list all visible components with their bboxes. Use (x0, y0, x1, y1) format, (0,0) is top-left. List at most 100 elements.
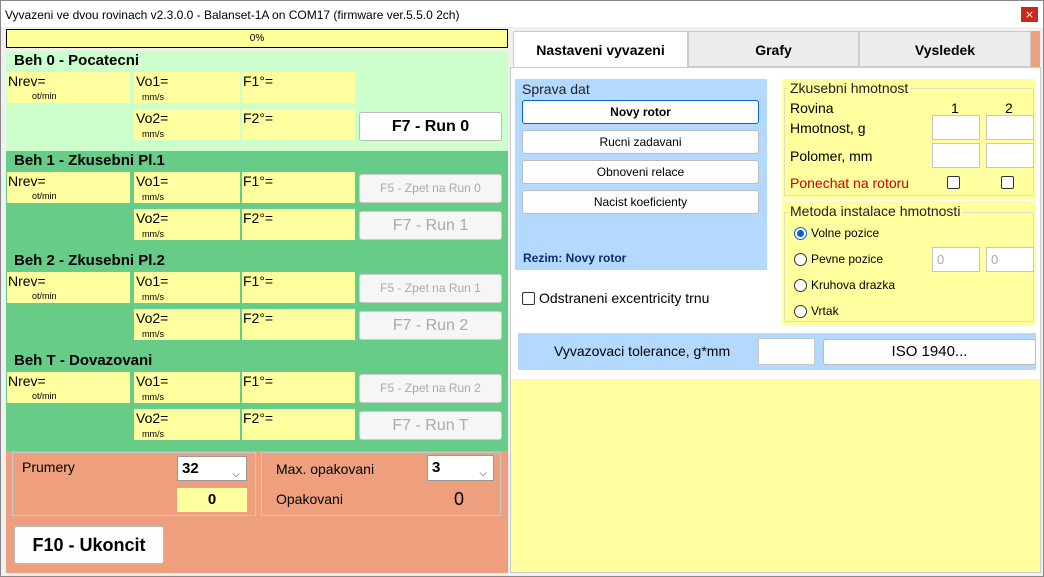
radius-plane2-input[interactable] (986, 143, 1034, 168)
tab-nastaveni[interactable]: Nastaveni vyvazeni (513, 31, 688, 68)
f1-label: F1°= (243, 373, 274, 389)
pevne-pozice-label: Pevne pozice (811, 252, 884, 266)
plane1-label: 1 (951, 100, 959, 116)
run2-f1-cell: F1°= (242, 272, 355, 303)
mass-plane1-input[interactable] (932, 115, 980, 140)
run2-vo1-cell: Vo1= mm/s (134, 272, 240, 303)
tab-grafy[interactable]: Grafy (688, 31, 859, 67)
opakovani-value: 0 (454, 489, 465, 509)
chevron-down-icon: ⌵ (232, 469, 240, 480)
runT-nrev-cell: Nrev= ot/min (7, 372, 130, 403)
vo1-label: Vo1= (136, 73, 169, 89)
run2-back-button[interactable]: F5 - Zpet na Run 1 (359, 274, 502, 303)
run0-vo1-cell: Vo1= mm/s (134, 72, 240, 103)
run2-title: Beh 2 - Zkusebni Pl.2 (14, 252, 165, 269)
rucni-zadavani-button[interactable]: Rucni zadavani (522, 130, 759, 154)
vo2-label: Vo2= (136, 410, 169, 426)
kruhova-drazka-label: Kruhova drazka (811, 278, 896, 292)
velocity-unit: mm/s (142, 229, 164, 239)
run0-nrev-cell: Nrev= ot/min (7, 72, 130, 103)
run2-vo2-cell: Vo2= mm/s (134, 309, 240, 340)
keep-plane2-checkbox[interactable] (1001, 176, 1014, 189)
runT-f1-cell: F1°= (242, 372, 355, 403)
rpm-unit: ot/min (32, 191, 57, 201)
run1-title: Beh 1 - Zkusebni Pl.1 (14, 152, 165, 169)
run1-f1-cell: F1°= (242, 172, 355, 203)
obnoveni-relace-button[interactable]: Obnoveni relace (522, 160, 759, 184)
radio-pevne-pozice[interactable] (794, 253, 807, 266)
keep-plane1-checkbox[interactable] (947, 176, 960, 189)
f1-label: F1°= (243, 273, 274, 289)
rpm-unit: ot/min (32, 391, 57, 401)
title-bar: Vyvazeni ve dvou rovinach v2.3.0.0 - Bal… (1, 1, 1043, 27)
excentricity-checkbox[interactable] (522, 292, 535, 305)
run0-f1-cell: F1°= (242, 72, 355, 103)
runT-title: Beh T - Dovazovani (14, 352, 153, 369)
f2-label: F2°= (243, 110, 274, 126)
f2-label: F2°= (243, 410, 274, 426)
run2-f2-cell: F2°= (242, 309, 355, 340)
plane2-label: 2 (1005, 100, 1013, 116)
tab-scroll-strip (1031, 31, 1040, 67)
runT-vo1-cell: Vo1= mm/s (134, 372, 240, 403)
run2-button[interactable]: F7 - Run 2 (359, 311, 502, 340)
result-area (511, 379, 1040, 572)
rpm-unit: ot/min (32, 91, 57, 101)
fixed-pos-2-input[interactable]: 0 (986, 247, 1034, 272)
sprava-title: Sprava dat (522, 81, 590, 97)
vo1-label: Vo1= (136, 373, 169, 389)
run1-back-button[interactable]: F5 - Zpet na Run 0 (359, 174, 502, 203)
runT-vo2-cell: Vo2= mm/s (134, 409, 240, 440)
radius-plane1-input[interactable] (932, 143, 980, 168)
nrev-label: Nrev= (8, 73, 46, 89)
run1-vo1-cell: Vo1= mm/s (134, 172, 240, 203)
max-opakovani-value: 3 (432, 459, 441, 476)
velocity-unit: mm/s (142, 92, 164, 102)
tolerance-input[interactable] (758, 338, 815, 365)
hmotnost-label: Hmotnost, g (790, 120, 866, 136)
ponechat-label: Ponechat na rotoru (790, 175, 910, 191)
velocity-unit: mm/s (142, 129, 164, 139)
progress-bar: 0% (6, 29, 508, 48)
polomer-label: Polomer, mm (790, 148, 873, 164)
runT-button[interactable]: F7 - Run T (359, 411, 502, 440)
exit-button[interactable]: F10 - Ukoncit (14, 526, 164, 564)
runT-back-button[interactable]: F5 - Zpet na Run 2 (359, 374, 502, 403)
tab-vysledek[interactable]: Vysledek (859, 31, 1031, 67)
velocity-unit: mm/s (142, 329, 164, 339)
vo2-label: Vo2= (136, 310, 169, 326)
run0-vo2-cell: Vo2= mm/s (134, 109, 240, 140)
fixed-pos-1-input[interactable]: 0 (932, 247, 980, 272)
iso-1940-button[interactable]: ISO 1940... (823, 339, 1036, 365)
run1-f2-cell: F2°= (242, 209, 355, 240)
vo1-label: Vo1= (136, 273, 169, 289)
mass-plane2-input[interactable] (986, 115, 1034, 140)
novy-rotor-button[interactable]: Novy rotor (522, 100, 759, 124)
run0-button[interactable]: F7 - Run 0 (359, 112, 502, 141)
prumery-value: 32 (182, 460, 199, 477)
close-icon[interactable]: × (1021, 7, 1038, 22)
mode-text: Rezim: Novy rotor (523, 251, 627, 265)
max-opakovani-select[interactable]: 3 ⌵ (427, 455, 494, 481)
nrev-label: Nrev= (8, 373, 46, 389)
f2-label: F2°= (243, 210, 274, 226)
f1-label: F1°= (243, 173, 274, 189)
vo2-label: Vo2= (136, 110, 169, 126)
radio-volne-pozice[interactable] (794, 227, 807, 240)
nrev-label: Nrev= (8, 273, 46, 289)
max-opakovani-label: Max. opakovani (276, 461, 375, 477)
excentricity-label: Odstraneni excentricity trnu (539, 290, 710, 306)
f1-label: F1°= (243, 73, 274, 89)
run1-button[interactable]: F7 - Run 1 (359, 211, 502, 240)
opakovani-label: Opakovani (276, 491, 343, 507)
nacist-koeficienty-button[interactable]: Nacist koeficienty (522, 190, 759, 214)
f2-label: F2°= (243, 310, 274, 326)
velocity-unit: mm/s (142, 192, 164, 202)
radio-kruhova-drazka[interactable] (794, 279, 807, 292)
tolerance-label: Vyvazovaci tolerance, g*mm (554, 343, 731, 359)
rovina-label: Rovina (790, 100, 834, 116)
nrev-label: Nrev= (8, 173, 46, 189)
run2-nrev-cell: Nrev= ot/min (7, 272, 130, 303)
prumery-select[interactable]: 32 ⌵ (177, 456, 247, 481)
radio-vrtak[interactable] (794, 305, 807, 318)
